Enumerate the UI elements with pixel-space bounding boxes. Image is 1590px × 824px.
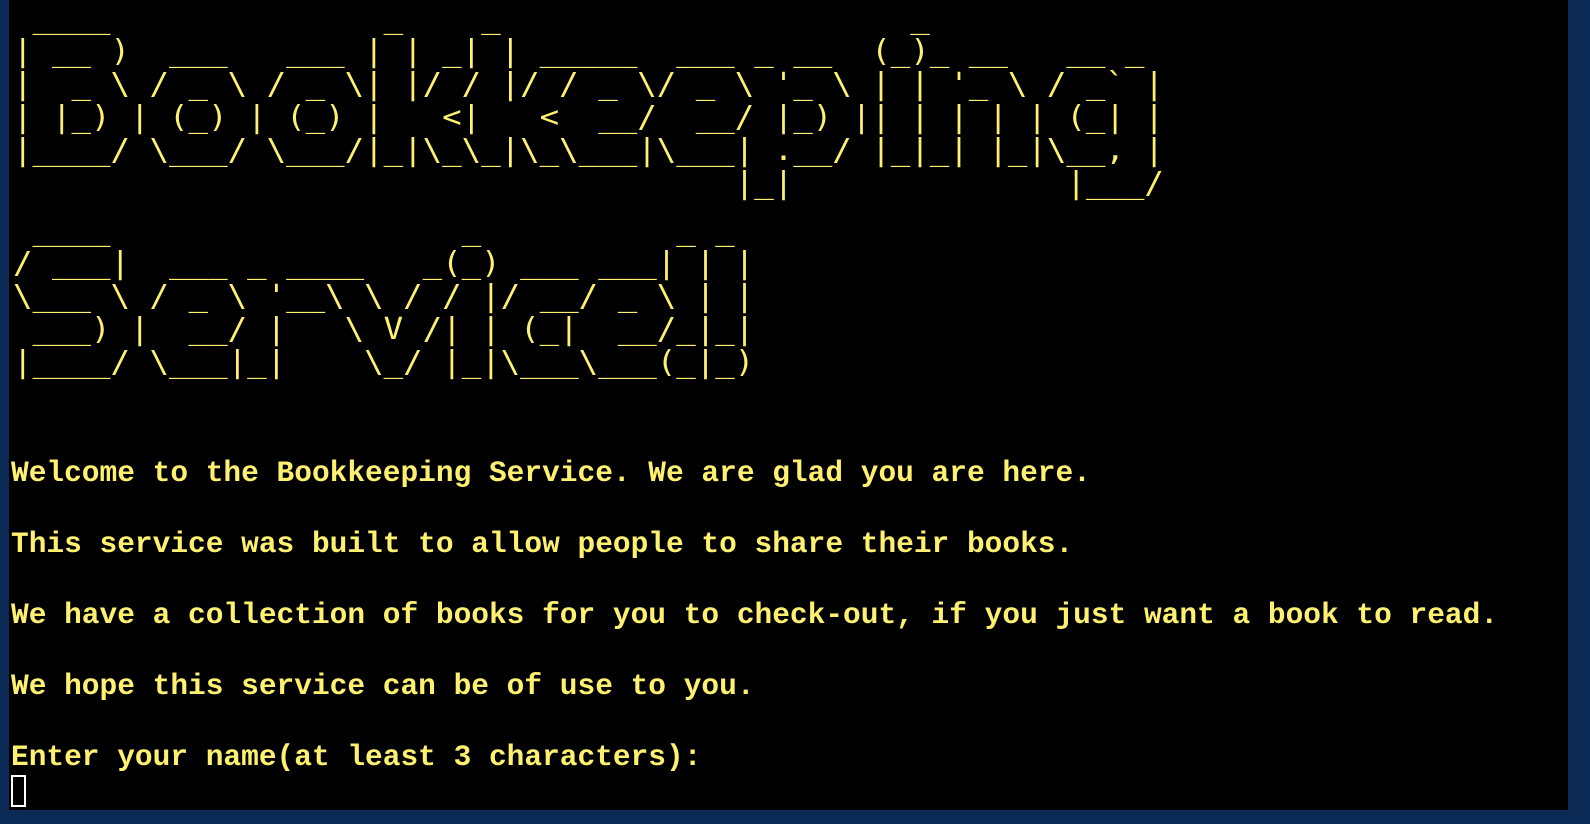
hope-message: We hope this service can be of use to yo… bbox=[11, 669, 755, 703]
window-frame: ____ _ _ _ | __ ) ___ ___ | | _| | _____… bbox=[0, 0, 1590, 824]
terminal-screen[interactable]: ____ _ _ _ | __ ) ___ ___ | | _| | _____… bbox=[9, 0, 1568, 810]
ascii-banner-bookkeeping: ____ _ _ _ | __ ) ___ ___ | | _| | _____… bbox=[13, 1, 1164, 201]
ascii-banner-service: ____ _ _ _ / ___| ___ _ ____ _(_) ___ __… bbox=[13, 213, 755, 380]
welcome-message: Welcome to the Bookkeeping Service. We a… bbox=[11, 456, 1091, 490]
purpose-message: This service was built to allow people t… bbox=[11, 527, 1074, 561]
terminal-cursor[interactable] bbox=[11, 775, 26, 807]
collection-message: We have a collection of books for you to… bbox=[11, 598, 1499, 632]
name-prompt: Enter your name(at least 3 characters): bbox=[11, 740, 702, 774]
